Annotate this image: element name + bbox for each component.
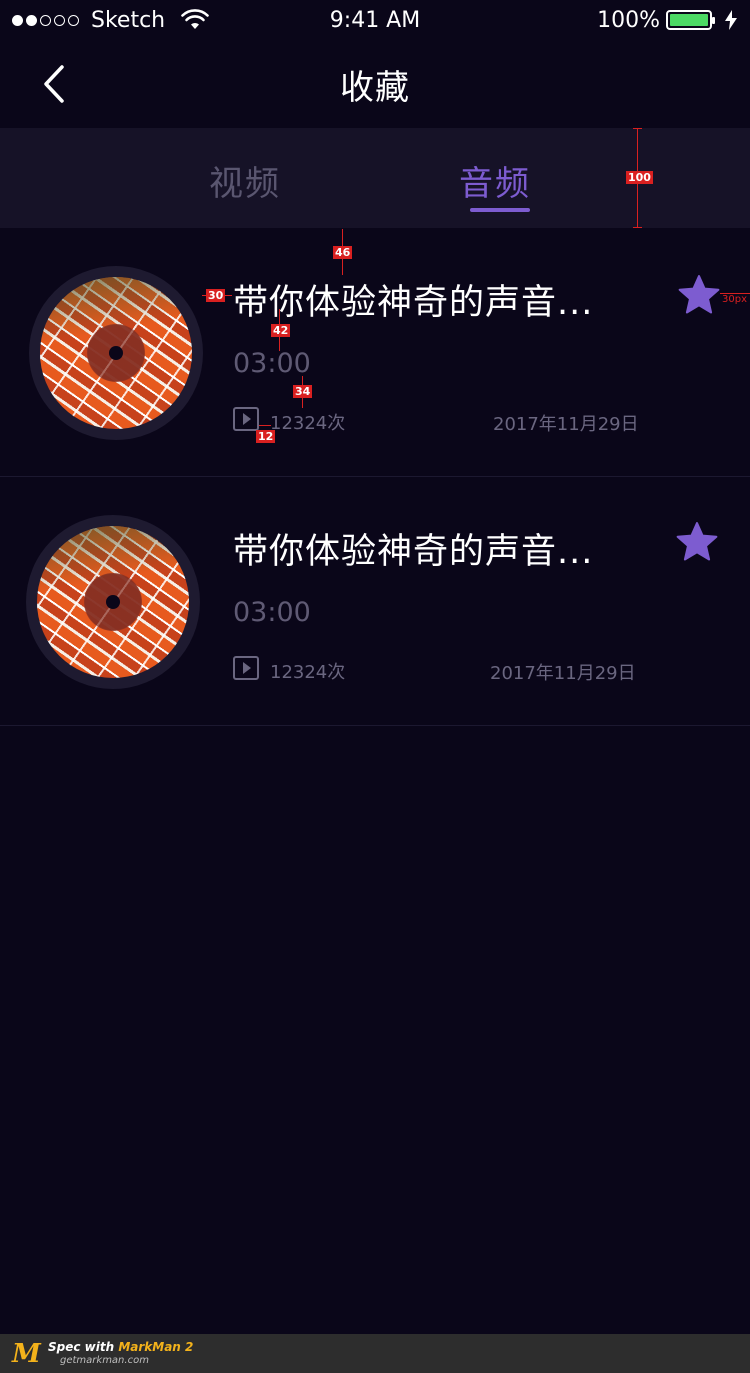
- play-icon[interactable]: [233, 656, 259, 680]
- measure-label-tab-height: 100: [626, 171, 653, 184]
- markman-text: Spec with MarkMan 2 getmarkman.com: [48, 1339, 194, 1367]
- charging-bolt-icon: [725, 10, 737, 30]
- signal-strength-icon: [12, 14, 79, 26]
- measure-label-icon-count: 12: [256, 430, 276, 443]
- favorite-button[interactable]: [675, 521, 719, 563]
- album-cover-image: [40, 277, 192, 429]
- page-title: 收藏: [340, 68, 410, 108]
- play-icon[interactable]: [233, 407, 259, 431]
- album-cover-image: [37, 526, 189, 678]
- tab-video[interactable]: 视频: [209, 156, 281, 205]
- wifi-icon: [181, 9, 209, 29]
- carrier-label: Sketch: [91, 7, 166, 33]
- measure-label-star-right: 30px: [722, 294, 747, 305]
- markman-logo: M: [12, 1338, 41, 1369]
- markman-spec-prefix: Spec with: [48, 1339, 119, 1354]
- tab-audio[interactable]: 音频: [459, 156, 531, 205]
- play-count: 12324次: [270, 413, 346, 434]
- measure-label-title-top: 46: [333, 246, 353, 259]
- status-bar: Sketch 9:41 AM 100%: [0, 0, 750, 40]
- audio-date: 2017年11月29日: [493, 414, 639, 435]
- measure-label-duration-meta: 34: [293, 385, 313, 398]
- audio-duration: 03:00: [233, 348, 311, 379]
- tab-bar: 视频 音频 100: [0, 128, 750, 228]
- battery-icon: [666, 10, 715, 30]
- markman-footer: M Spec with MarkMan 2 getmarkman.com: [0, 1334, 750, 1373]
- star-icon: [676, 522, 718, 561]
- status-left: Sketch: [12, 8, 209, 33]
- nav-bar: 收藏: [0, 40, 750, 128]
- audio-title: 带你体验神奇的声音...: [233, 532, 594, 572]
- battery-percent: 100%: [597, 7, 660, 33]
- audio-title: 带你体验神奇的声音...: [233, 283, 594, 323]
- list-item[interactable]: 带你体验神奇的声音... 03:00 12324次 2017年11月29日 46…: [0, 229, 750, 477]
- measure-label-title-duration: 42: [271, 324, 291, 337]
- measure-label-title-left: 30: [206, 289, 226, 302]
- audio-duration: 03:00: [233, 597, 311, 628]
- battery-level: [670, 14, 708, 26]
- album-disc: [29, 266, 203, 440]
- active-tab-indicator: [470, 208, 530, 212]
- star-icon: [678, 275, 720, 314]
- measure-line-icon-count: [259, 425, 271, 426]
- status-right: 100%: [597, 8, 738, 33]
- album-disc: [26, 515, 200, 689]
- favorite-button[interactable]: [677, 274, 721, 316]
- markman-url: getmarkman.com: [60, 1354, 149, 1366]
- list-item[interactable]: 带你体验神奇的声音... 03:00 12324次 2017年11月29日: [0, 478, 750, 726]
- markman-brand: MarkMan 2: [118, 1339, 194, 1354]
- markman-spec-line: Spec with MarkMan 2: [48, 1339, 194, 1354]
- audio-date: 2017年11月29日: [490, 663, 636, 684]
- play-count: 12324次: [270, 662, 346, 683]
